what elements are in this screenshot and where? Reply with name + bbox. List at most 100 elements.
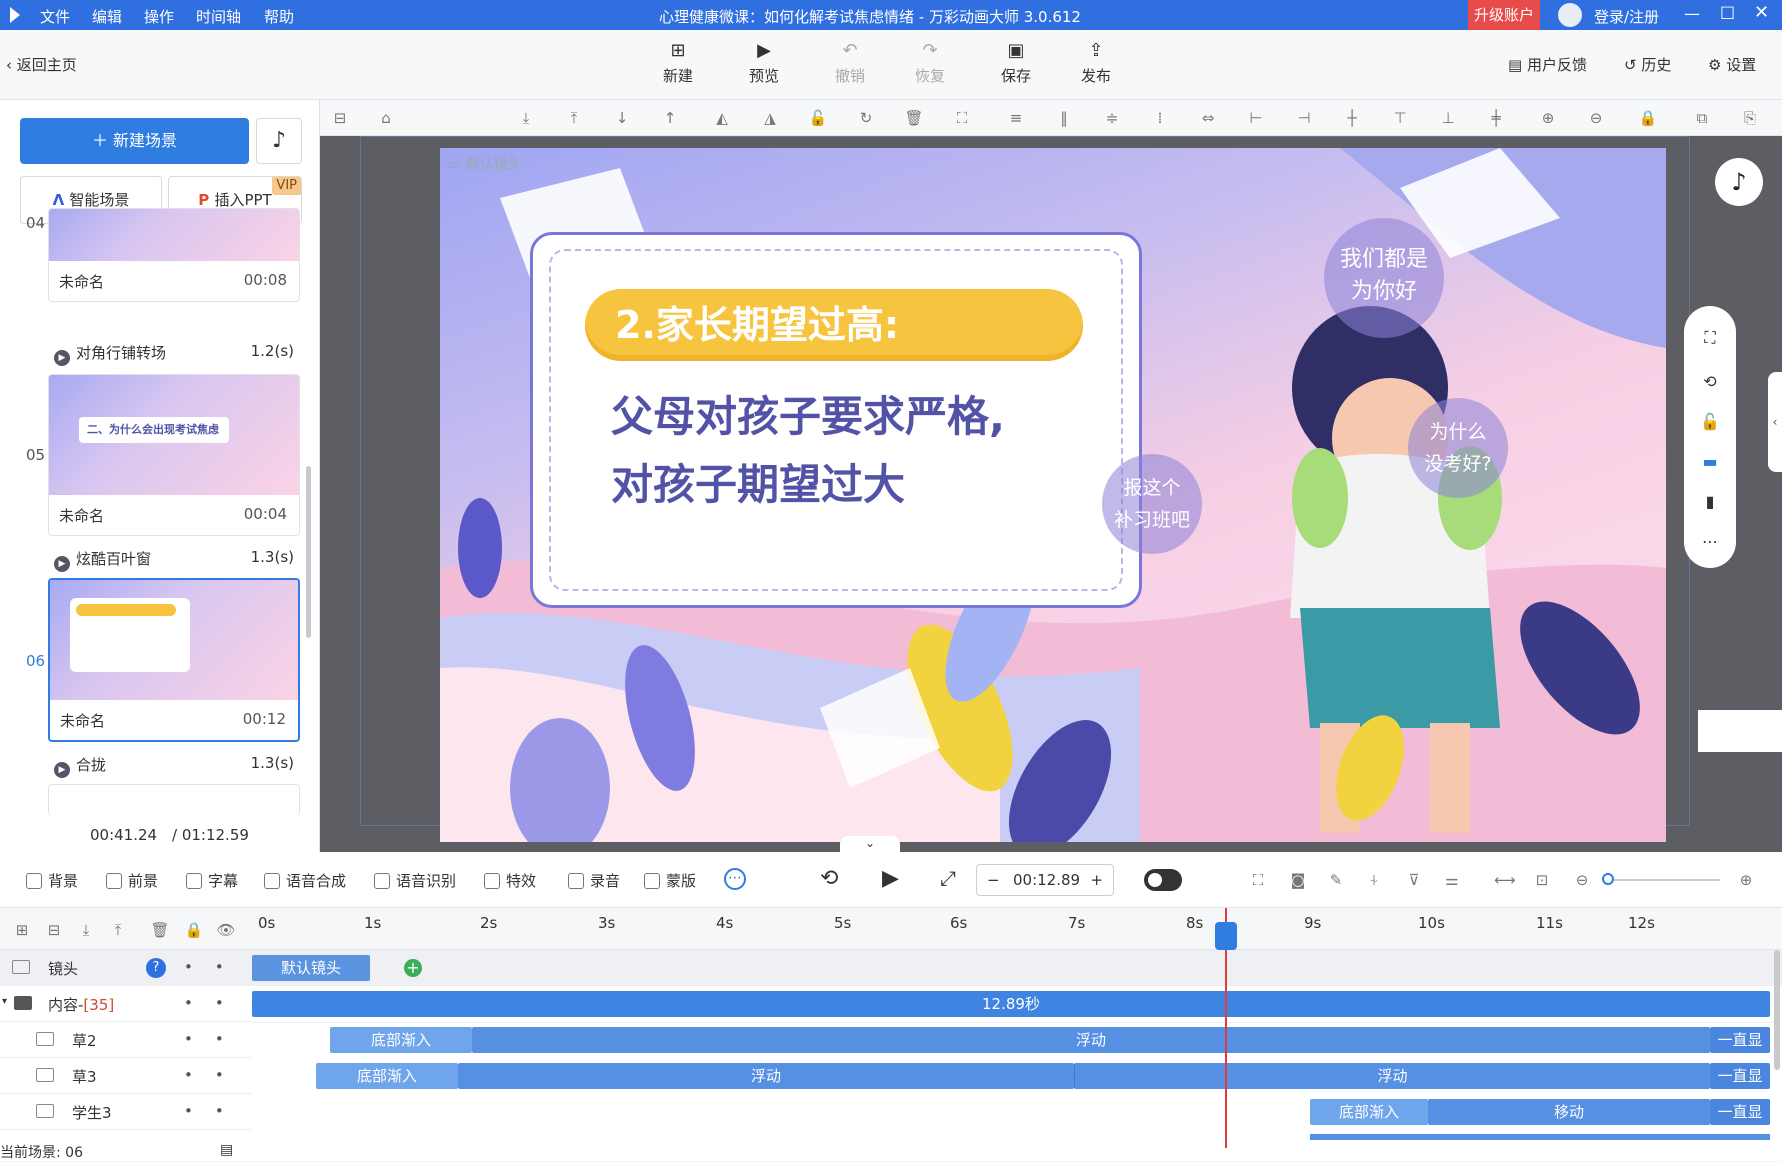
scene-thumbnail[interactable]: 未命名 00:08	[48, 208, 300, 302]
fit-width-icon[interactable]: ⟷	[1494, 870, 1516, 890]
track-camera[interactable]: 镜头 ? ••	[0, 950, 252, 986]
redo-button[interactable]: ↷ 恢复	[900, 40, 960, 86]
lock-icon[interactable]: 🔓	[1700, 412, 1720, 432]
eye-icon[interactable]: 👁	[216, 920, 236, 940]
filter-icon[interactable]: ⊽	[1404, 870, 1424, 890]
expand-icon[interactable]: ▾	[2, 996, 7, 1007]
scene-thumbnail[interactable]	[48, 784, 300, 816]
track-content-folder[interactable]: ▾ 内容-[35] ••	[0, 986, 252, 1022]
add-camera-icon[interactable]: +	[404, 959, 422, 977]
subtitle-tool[interactable]: 字幕	[186, 870, 238, 891]
body-line-2[interactable]: 对孩子期望过大	[611, 451, 905, 512]
back-home-link[interactable]: ‹ 返回主页	[6, 54, 77, 75]
lock-icon[interactable]: 🔓	[808, 108, 828, 128]
lock-icon[interactable]: 🔒	[184, 920, 204, 940]
text-card[interactable]: 2.家长期望过高: 父母对孩子要求严格, 对孩子期望过大	[530, 232, 1142, 608]
record-tool[interactable]: 录音	[568, 870, 620, 891]
minimize-icon[interactable]: —	[1684, 4, 1700, 23]
landscape-icon[interactable]: ▬	[1700, 452, 1720, 472]
move-up-icon[interactable]: ⤒	[108, 920, 128, 940]
zoom-slider-handle[interactable]	[1602, 873, 1614, 885]
panel-icon[interactable]: ▤	[220, 1142, 233, 1158]
scene-scrollbar[interactable]	[306, 466, 311, 638]
tts-tool[interactable]: 语音合成	[264, 870, 346, 891]
one-to-one-icon[interactable]: ⊡	[1532, 870, 1552, 890]
time-increase-button[interactable]: +	[1090, 865, 1103, 895]
menu-file[interactable]: 文件	[40, 6, 70, 27]
align-top-icon[interactable]: ⊤	[1390, 108, 1410, 128]
new-folder-icon[interactable]: ⊟	[44, 920, 64, 940]
close-icon[interactable]: ✕	[1754, 2, 1769, 23]
stage[interactable]: ▭ 默认镜头 2.家长期望过高: 父母对孩子要求严格, 对孩子期望过大 我们都是…	[440, 148, 1666, 842]
asr-tool[interactable]: 语音识别	[374, 870, 456, 891]
same-width-icon[interactable]: ⇔	[1198, 108, 1218, 128]
paste-icon[interactable]: ⎘	[1740, 108, 1760, 128]
unlock-icon[interactable]: 🔒	[1638, 108, 1658, 128]
add-folder-icon[interactable]: ⊞	[12, 920, 32, 940]
login-link[interactable]: 登录/注册	[1594, 6, 1659, 27]
delete-icon[interactable]: 🗑	[904, 108, 924, 128]
always-show[interactable]: 一直显	[1710, 1027, 1770, 1053]
move-up-icon[interactable]: ↑	[660, 108, 680, 128]
scene-transition[interactable]: ▶ 合拢 1.3(s)	[54, 754, 294, 778]
toggle-switch[interactable]	[1144, 869, 1182, 891]
distribute-v-icon[interactable]: ≑	[1102, 108, 1122, 128]
select-icon[interactable]: ⛶	[952, 108, 972, 128]
scene-thumbnail-selected[interactable]: 未命名 00:12	[48, 578, 300, 742]
edit-icon[interactable]: ✎	[1326, 870, 1346, 890]
menu-operate[interactable]: 操作	[144, 6, 174, 27]
maximize-icon[interactable]: □	[1720, 2, 1735, 21]
music-icon[interactable]: ♪	[256, 118, 302, 164]
help-icon[interactable]: ?	[146, 958, 166, 978]
new-button[interactable]: ⊞ 新建	[648, 40, 708, 86]
move-down-icon[interactable]: ↓	[612, 108, 632, 128]
replay-icon[interactable]: ⟲	[820, 866, 838, 891]
zoom-slider[interactable]	[1608, 879, 1720, 881]
camera-clip[interactable]: 默认镜头	[252, 955, 370, 981]
split-icon[interactable]: ⍭	[1364, 870, 1384, 890]
zoom-out-icon[interactable]: ⊖	[1572, 870, 1592, 890]
body-line-1[interactable]: 父母对孩子要求严格,	[611, 383, 1005, 444]
next-track-clip[interactable]	[1310, 1134, 1770, 1140]
float-animation[interactable]: 浮动	[458, 1063, 1074, 1089]
scene-transition[interactable]: ▶ 对角行铺转场 1.2(s)	[54, 342, 294, 366]
camera-frame-icon[interactable]: ⛶	[1248, 870, 1268, 890]
chevron-down-icon[interactable]: ⌄	[840, 836, 900, 852]
zoom-out-icon[interactable]: ⊖	[1586, 108, 1606, 128]
menu-timeline[interactable]: 时间轴	[196, 6, 241, 27]
heading-pill[interactable]: 2.家长期望过高:	[585, 289, 1083, 361]
always-show[interactable]: 一直显	[1710, 1063, 1770, 1089]
align-right-icon[interactable]: ⊣	[1294, 108, 1314, 128]
settings-link[interactable]: ⚙ 设置	[1708, 54, 1756, 75]
adjust-icon[interactable]: ⚌	[1442, 870, 1462, 890]
align-left-icon[interactable]: ⊢	[1246, 108, 1266, 128]
ruler-icon[interactable]: ⊟	[330, 108, 350, 128]
track-student3[interactable]: 学生3 ••	[0, 1094, 252, 1130]
scene-transition[interactable]: ▶ 炫酷百叶窗 1.3(s)	[54, 548, 294, 572]
align-hcenter-icon[interactable]: ┼	[1342, 108, 1362, 128]
flip-v-icon[interactable]: ◮	[760, 108, 780, 128]
track-toggles[interactable]: ••	[184, 994, 246, 1012]
time-stepper[interactable]: − 00:12.89 +	[976, 864, 1114, 896]
track-toggles[interactable]: ••	[184, 958, 246, 976]
copy-icon[interactable]: ⧉	[1692, 108, 1712, 128]
undo-button[interactable]: ↶ 撤销	[820, 40, 880, 86]
fullscreen-icon[interactable]: ⤢	[940, 866, 956, 890]
play-icon[interactable]: ▶	[882, 866, 899, 891]
time-value[interactable]: 00:12.89	[1013, 865, 1080, 895]
menu-help[interactable]: 帮助	[264, 6, 294, 27]
enter-animation[interactable]: 底部渐入	[316, 1063, 458, 1089]
enter-animation[interactable]: 底部渐入	[330, 1027, 472, 1053]
float-animation[interactable]: 浮动	[1074, 1063, 1710, 1089]
avatar[interactable]	[1558, 3, 1582, 27]
fit-screen-icon[interactable]: ⛶	[1700, 328, 1720, 348]
move-animation[interactable]: 移动	[1428, 1099, 1710, 1125]
speech-bubble[interactable]: 报这个 补习班吧	[1102, 454, 1202, 554]
move-down-icon[interactable]: ⤓	[76, 920, 96, 940]
track-toggles[interactable]: ••	[184, 1030, 246, 1048]
save-button[interactable]: ▣ 保存	[986, 40, 1046, 86]
effects-tool[interactable]: 特效	[484, 870, 536, 891]
rotate-icon[interactable]: ↻	[856, 108, 876, 128]
scene-thumbnail[interactable]: 二、为什么会出现考试焦虑 未命名 00:04	[48, 374, 300, 536]
align-vcenter-icon[interactable]: ╪	[1486, 108, 1506, 128]
